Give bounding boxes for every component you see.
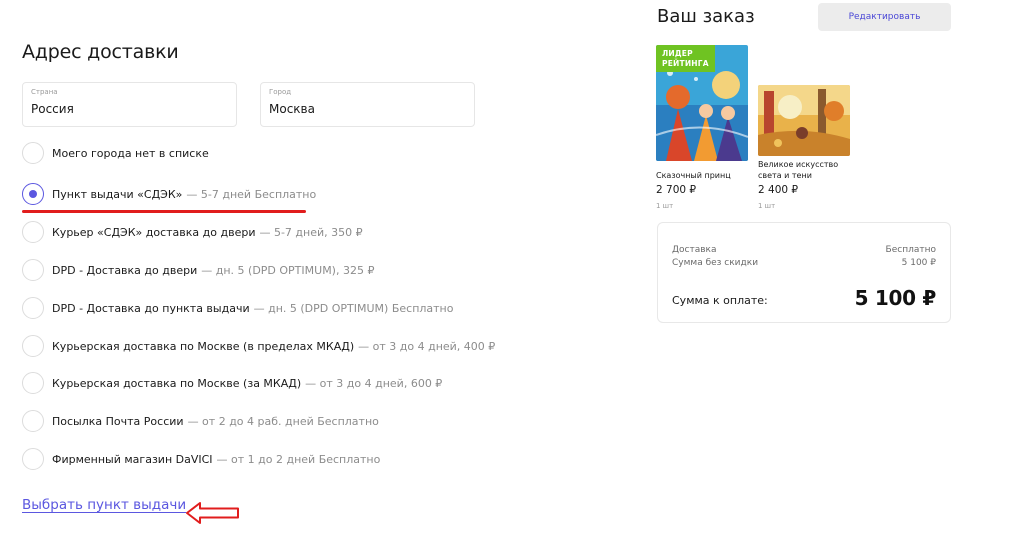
product-price: 2 700 ₽	[656, 184, 697, 196]
delivery-option-dpd-door[interactable]: DPD - Доставка до двери — дн. 5 (DPD OPT…	[22, 258, 374, 282]
book-cover-art-of-light-icon	[758, 85, 850, 156]
delivery-option-detail: — 5-7 дней, 350 ₽	[259, 225, 363, 239]
summary-delivery-label: Доставка	[672, 245, 717, 255]
annotation-red-arrow-icon	[186, 502, 239, 524]
city-field-label: Город	[269, 88, 292, 96]
radio-button[interactable]	[22, 221, 44, 243]
product-price: 2 400 ₽	[758, 184, 799, 196]
product-quantity: 1 шт	[758, 202, 776, 210]
order-summary-card: Доставка Бесплатно Сумма без скидки 5 10…	[657, 222, 951, 323]
badge-text-line-2: РЕЙТИНГА	[662, 59, 709, 68]
summary-delivery-value: Бесплатно	[885, 245, 936, 255]
delivery-option-detail: — от 3 до 4 дней, 400 ₽	[358, 339, 496, 353]
summary-total-value: 5 100 ₽	[854, 286, 937, 310]
delivery-option-label: Курьерская доставка по Москве (за МКАД)	[52, 376, 302, 390]
delivery-option-detail: — 5-7 дней Бесплатно	[186, 187, 317, 201]
summary-row-delivery: Доставка Бесплатно	[672, 245, 936, 255]
delivery-option-dpd-pickup[interactable]: DPD - Доставка до пункта выдачи — дн. 5 …	[22, 296, 453, 320]
delivery-option-label: Фирменный магазин DaVICI	[52, 452, 213, 466]
product-name-line-2: света и тени	[758, 171, 812, 180]
radio-dot-icon	[29, 190, 37, 198]
radio-button[interactable]	[22, 297, 44, 319]
annotation-red-underline	[22, 210, 306, 213]
select-pickup-point-link[interactable]: Выбрать пункт выдачи	[22, 497, 186, 513]
radio-button[interactable]	[22, 372, 44, 394]
order-product[interactable]: Великое искусство света и тени 2 400 ₽ 1…	[758, 45, 850, 210]
edit-order-button[interactable]: Редактировать	[818, 3, 951, 31]
delivery-option-label: Курьерская доставка по Москве (в предела…	[52, 339, 355, 353]
delivery-option-russian-post[interactable]: Посылка Почта России — от 2 до 4 раб. дн…	[22, 409, 379, 433]
delivery-option-moscow-courier-outside[interactable]: Курьерская доставка по Москве (за МКАД) …	[22, 371, 442, 395]
radio-button[interactable]	[22, 335, 44, 357]
product-quantity: 1 шт	[656, 202, 674, 210]
order-product[interactable]: ЛИДЕР РЕЙТИНГА Сказочный принц 2 700 ₽ 1…	[656, 45, 748, 210]
delivery-option-label: Курьер «СДЭК» доставка до двери	[52, 225, 256, 239]
delivery-option-moscow-courier-mkad[interactable]: Курьерская доставка по Москве (в предела…	[22, 334, 495, 358]
summary-row-subtotal: Сумма без скидки 5 100 ₽	[672, 258, 936, 268]
city-field[interactable]: Город Москва	[260, 82, 475, 127]
summary-subtotal-label: Сумма без скидки	[672, 258, 759, 268]
delivery-option-label: DPD - Доставка до пункта выдачи	[52, 301, 250, 315]
country-field-value: Россия	[31, 102, 74, 116]
delivery-option-no-city[interactable]: Моего города нет в списке	[22, 141, 209, 165]
delivery-option-detail: — от 2 до 4 раб. дней Бесплатно	[187, 414, 379, 428]
delivery-option-cdek-courier[interactable]: Курьер «СДЭК» доставка до двери — 5-7 дн…	[22, 220, 363, 244]
radio-button[interactable]	[22, 448, 44, 470]
delivery-option-davici-store[interactable]: Фирменный магазин DaVICI — от 1 до 2 дне…	[22, 447, 380, 471]
delivery-option-label: DPD - Доставка до двери	[52, 263, 198, 277]
delivery-option-detail: — дн. 5 (DPD OPTIMUM), 325 ₽	[201, 263, 375, 277]
delivery-option-label: Моего города нет в списке	[52, 146, 209, 160]
product-name[interactable]: Сказочный принц	[656, 170, 748, 181]
delivery-option-label: Пункт выдачи «СДЭК»	[52, 187, 183, 201]
order-title: Ваш заказ	[657, 6, 755, 27]
radio-button-selected[interactable]	[22, 183, 44, 205]
delivery-option-label: Посылка Почта России	[52, 414, 184, 428]
product-name[interactable]: Великое искусство света и тени	[758, 159, 850, 181]
radio-button[interactable]	[22, 410, 44, 432]
delivery-option-detail: — дн. 5 (DPD OPTIMUM) Бесплатно	[253, 301, 454, 315]
city-field-value: Москва	[269, 102, 315, 116]
product-image[interactable]: ЛИДЕР РЕЙТИНГА	[656, 45, 748, 161]
delivery-option-detail: — от 1 до 2 дней Бесплатно	[216, 452, 381, 466]
radio-button[interactable]	[22, 142, 44, 164]
leader-rating-badge: ЛИДЕР РЕЙТИНГА	[656, 45, 715, 72]
delivery-option-cdek-pickup[interactable]: Пункт выдачи «СДЭК» — 5-7 дней Бесплатно	[22, 182, 316, 206]
summary-subtotal-value: 5 100 ₽	[901, 258, 936, 268]
country-field-label: Страна	[31, 88, 58, 96]
product-name-line-1: Великое искусство	[758, 160, 839, 169]
delivery-option-detail: — от 3 до 4 дней, 600 ₽	[305, 376, 443, 390]
section-title-delivery-address: Адрес доставки	[22, 41, 179, 63]
badge-text-line-1: ЛИДЕР	[662, 49, 693, 58]
country-field[interactable]: Страна Россия	[22, 82, 237, 127]
product-image[interactable]	[758, 85, 850, 156]
summary-total-label: Сумма к оплате:	[672, 294, 768, 307]
radio-button[interactable]	[22, 259, 44, 281]
